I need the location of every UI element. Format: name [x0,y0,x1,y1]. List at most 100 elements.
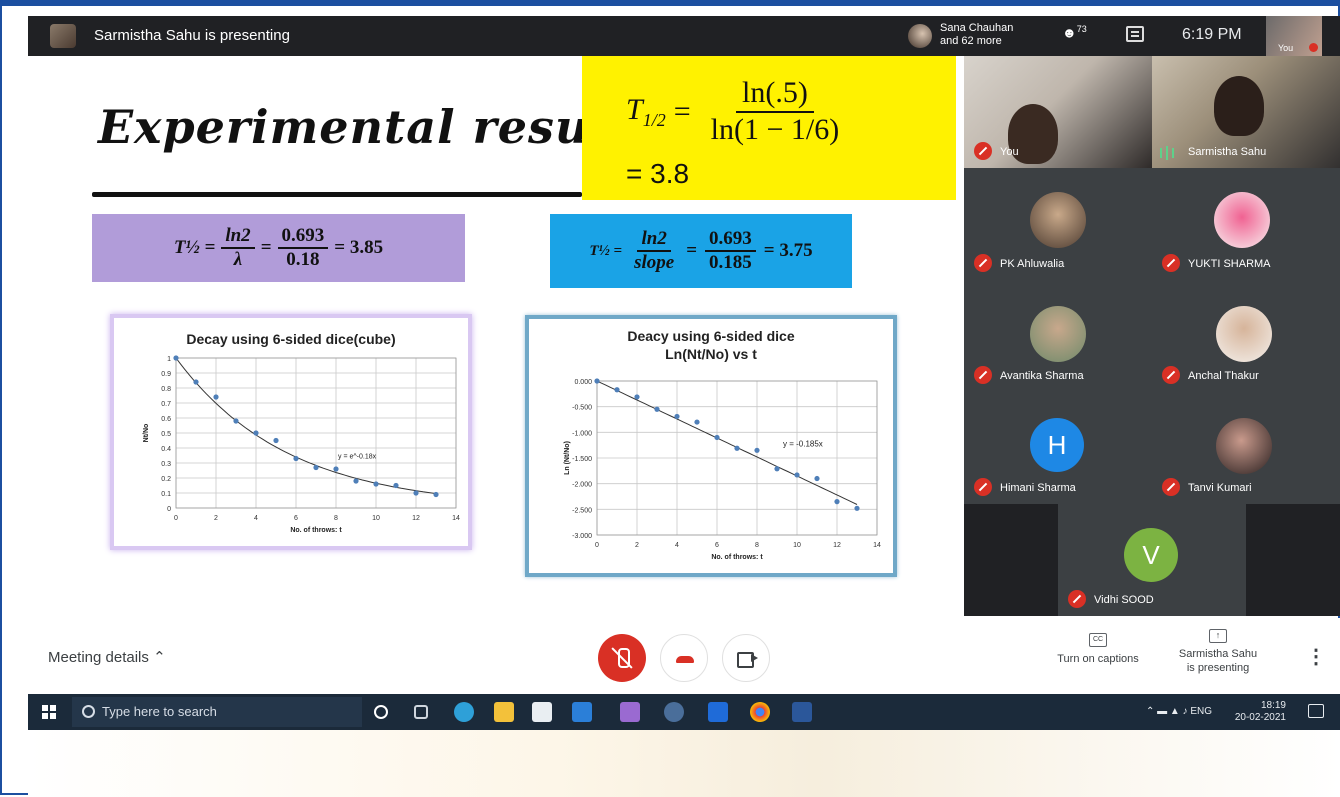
participants-summary[interactable]: Sana Chauhan and 62 more [908,20,1048,52]
fraction-numerator: ln2 [637,228,671,252]
taskbar-search-input[interactable]: Type here to search [72,697,362,727]
store-icon[interactable] [532,702,552,722]
system-tray-icons[interactable]: ⌃ ▬ ▲ ♪ ENG [1146,706,1212,717]
log-decay-chart: 0.000 -0.500 -1.000 -1.500 -2.000 -2.500 -3.00… [564,378,881,561]
mail-icon[interactable] [572,702,592,722]
captions-icon: CC [1089,633,1107,647]
data-point [433,491,439,498]
people-button[interactable]: ☻73 [1062,24,1087,41]
lambda-formula-box: T½ = ln2 λ = 0.693 0.18 = 3.85 [92,214,465,282]
participant-tile[interactable]: PK Ahluwalia [964,168,1152,280]
file-explorer-icon[interactable] [494,702,514,722]
leave-call-button[interactable] [660,634,708,682]
windows-start-icon[interactable] [42,705,56,719]
x-tick-label: 10 [793,542,801,549]
trendline [175,357,437,495]
present-button[interactable]: ↑ Sarmistha Sahu is presenting [1168,628,1268,675]
y-tick-label: 0.000 [574,379,592,386]
self-view-thumbnail[interactable]: You [1266,16,1322,56]
participant-name: Tanvi Kumari [1188,482,1252,494]
data-point [834,499,840,505]
fraction-numerator: 0.693 [705,228,756,252]
chat-icon[interactable] [1126,26,1144,42]
participant-tile[interactable]: Tanvi Kumari [1152,392,1340,504]
data-point [333,466,339,472]
clock: 6:19 PM [1182,26,1242,43]
data-point [393,482,399,489]
trendline-equation: y = e^-0.18x [338,454,377,461]
mic-off-icon [1162,366,1180,384]
y-tick-label: -3.000 [572,533,592,540]
word-icon[interactable] [792,702,812,722]
chart-subtitle: Ln(Nt/No) vs t [665,346,757,362]
captions-button[interactable]: CC Turn on captions [1038,632,1158,665]
speaking-icon [1160,146,1174,160]
data-point [233,418,239,424]
participants-panel: You Sarmistha Sahu PK Ahluwalia YUKTI SH… [964,56,1340,616]
participant-tile-sarmistha[interactable]: Sarmistha Sahu [1152,56,1340,168]
camera-toggle-button[interactable] [722,634,770,682]
task-view-icon[interactable] [414,705,428,719]
participant-tile[interactable]: Anchal Thakur [1152,280,1340,392]
x-tick-label: 2 [214,515,218,522]
cortana-icon[interactable] [374,705,388,719]
x-axis-label: No. of throws: t [711,554,763,561]
x-tick-label: 12 [833,542,841,549]
photos-icon[interactable] [620,702,640,722]
edge-icon[interactable] [454,702,474,722]
microphone-toggle-button[interactable] [598,634,646,682]
participant-tile[interactable]: Avantika Sharma [964,280,1152,392]
participant-name: You [1000,146,1019,158]
avatar [908,24,932,48]
panel-filler [1246,504,1340,616]
data-point [253,430,259,436]
fraction-denominator: 0.185 [709,252,752,273]
data-point [734,445,740,451]
participant-tile[interactable]: YUKTI SHARMA [1152,168,1340,280]
data-point [594,378,600,384]
y-tick-label: 0 [167,506,171,513]
y-tick-label: 0.1 [161,491,171,498]
y-tick-label: 0.6 [161,416,171,423]
participant-tile[interactable]: V Vidhi SOOD [1058,504,1246,616]
participant-summary-count: and 62 more [940,35,1002,47]
captions-label: Turn on captions [1057,653,1139,665]
y-tick-label: 0.2 [161,476,171,483]
data-point [634,394,640,400]
avatar: H [1030,418,1084,472]
half-life-formula-box: T1/2 = ln(.5) ln(1 − 1/6) = 3.8 [582,56,956,200]
chrome-icon[interactable] [750,702,770,722]
y-tick-label: 0.3 [161,461,171,468]
avatar [1216,418,1272,474]
chevron-up-icon: ⌃ [153,649,166,666]
participant-tile-you[interactable]: You [964,56,1152,168]
formula-lhs: T [626,92,643,126]
y-tick-label: -0.500 [572,405,592,412]
notification-icon[interactable] [1308,704,1324,718]
app-icon[interactable] [664,702,684,722]
mini-formula-lhs: T½ = [589,242,623,259]
fraction-numerator: 0.693 [277,225,329,249]
mic-off-icon [974,478,992,496]
meeting-details-button[interactable]: Meeting details ⌃ [48,648,166,666]
app-icon[interactable] [708,702,728,722]
data-point [774,466,780,472]
meet-control-bar: Meeting details ⌃ CC Turn on captions ↑ … [28,618,1340,694]
panel-filler [964,504,1058,616]
chart-title: Deacy using 6-sided dice [627,328,795,344]
slide-title: Experimental result [98,100,631,154]
participant-name: Avantika Sharma [1000,370,1084,382]
formula-fraction: ln(.5) ln(1 − 1/6) [705,76,846,147]
participant-tile[interactable]: H Himani Sharma [964,392,1152,504]
x-tick-label: 6 [715,542,719,549]
present-label-line1: Sarmistha Sahu [1178,648,1258,660]
participant-name: YUKTI SHARMA [1188,258,1271,270]
data-point [413,490,419,496]
y-tick-label: -1.000 [572,430,592,437]
avatar: V [1124,528,1178,582]
x-tick-label: 6 [294,515,298,522]
x-tick-label: 0 [595,542,599,549]
taskbar-clock[interactable]: 18:19 20-02-2021 [1235,700,1286,724]
y-tick-label: 0.5 [161,431,171,438]
more-options-icon[interactable]: ⋮ [1306,644,1326,669]
